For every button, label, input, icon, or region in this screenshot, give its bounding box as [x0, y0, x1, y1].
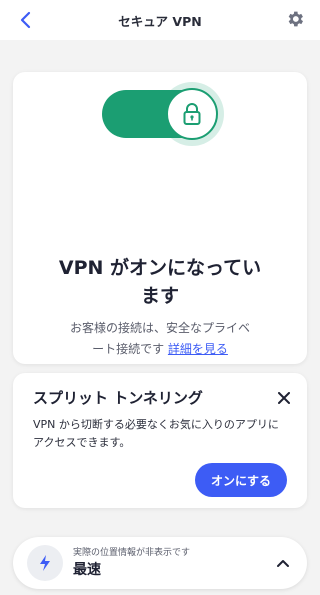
- vpn-toggle[interactable]: [90, 79, 224, 146]
- toggle-knob: [166, 88, 218, 140]
- status-title-text: VPN がオンになってい ます: [58, 257, 262, 307]
- location-icon-circle: [27, 545, 63, 581]
- lightning-icon: [40, 555, 50, 571]
- back-button[interactable]: [14, 8, 38, 32]
- vpn-status-title: VPN がオンになってい ます: [13, 254, 307, 310]
- split-tunneling-description: VPN から切断する必要なくお気に入りのアプリに アクセスできます。: [33, 418, 279, 449]
- page-title: セキュア VPN: [118, 13, 202, 29]
- close-button[interactable]: [275, 389, 293, 407]
- top-bar: セキュア VPN: [0, 0, 320, 40]
- gear-icon: [288, 11, 303, 27]
- location-subtitle: 実際の位置情報が非表示です: [73, 548, 191, 558]
- location-selector[interactable]: 実際の位置情報が非表示です 最速: [13, 537, 307, 589]
- settings-button[interactable]: [284, 8, 306, 30]
- split-tunneling-card: スプリット トンネリング VPN から切断する必要なくお気に入りのアプリに アク…: [13, 373, 307, 508]
- chevron-up-icon: [277, 560, 289, 567]
- split-tunneling-title: スプリット トンネリング: [33, 389, 203, 407]
- details-link[interactable]: 詳細を見る: [168, 342, 228, 356]
- vpn-status-description: お客様の接続は、安全なプライベ ート接続です 詳細を見る: [13, 318, 307, 360]
- chevron-left-icon: [20, 11, 31, 29]
- lock-icon: [183, 103, 201, 125]
- expand-button[interactable]: [273, 553, 293, 573]
- enable-split-tunneling-button[interactable]: オンにする: [195, 463, 287, 497]
- location-label: 最速: [73, 562, 101, 578]
- close-icon: [278, 392, 290, 404]
